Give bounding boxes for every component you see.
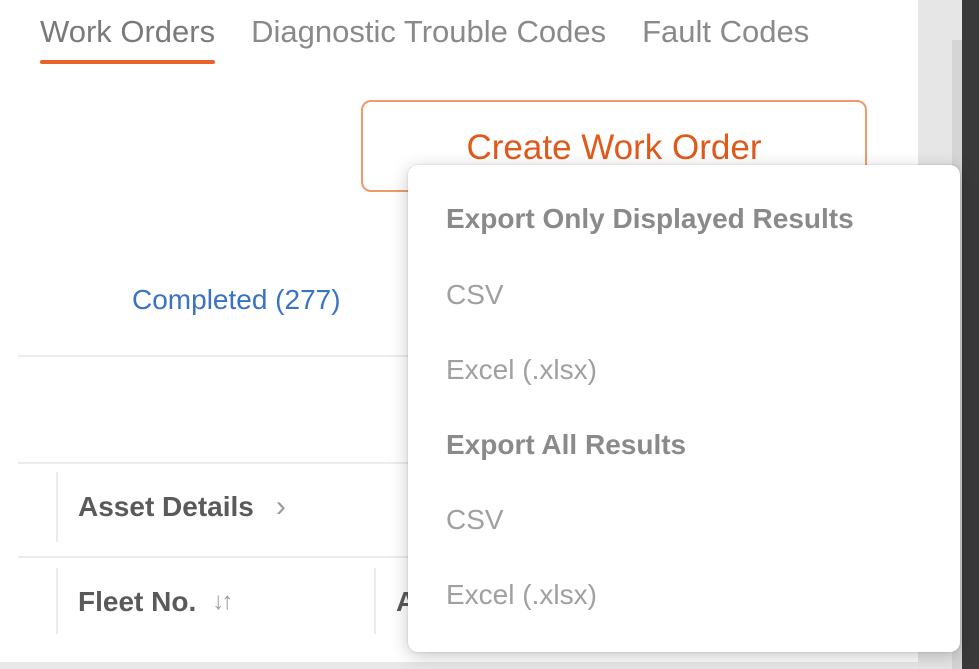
fleet-no-label: Fleet No. [78,586,197,617]
tab-work-orders[interactable]: Work Orders [40,14,216,64]
export-all-csv[interactable]: CSV [446,504,504,536]
column-divider [56,568,58,634]
status-filter-completed[interactable]: Completed (277) [132,284,341,316]
export-displayed-excel[interactable]: Excel (.xlsx) [446,354,597,386]
export-all-heading: Export All Results [446,429,687,460]
fleet-no-column-header: Fleet No. ↓↑ [78,586,233,618]
table-bottom-border [0,662,918,669]
column-divider [56,472,58,542]
asset-details-label: Asset Details [78,491,254,522]
export-displayed-heading: Export Only Displayed Results [446,203,854,234]
tab-bar: Work Orders Diagnostic Trouble Codes Fau… [40,14,809,64]
tab-diagnostic-trouble-codes[interactable]: Diagnostic Trouble Codes [251,14,606,64]
scrollbar[interactable] [962,0,979,669]
export-all-excel[interactable]: Excel (.xlsx) [446,579,597,611]
chevron-right-icon: › [275,490,286,523]
sort-arrows-icon[interactable]: ↓↑ [212,588,233,616]
export-displayed-csv[interactable]: CSV [446,279,504,311]
asset-details-header[interactable]: Asset Details › [78,490,286,524]
column-divider [374,568,376,634]
export-dropdown-menu: Export Only Displayed Results CSV Excel … [408,165,960,652]
tab-fault-codes[interactable]: Fault Codes [642,14,809,64]
